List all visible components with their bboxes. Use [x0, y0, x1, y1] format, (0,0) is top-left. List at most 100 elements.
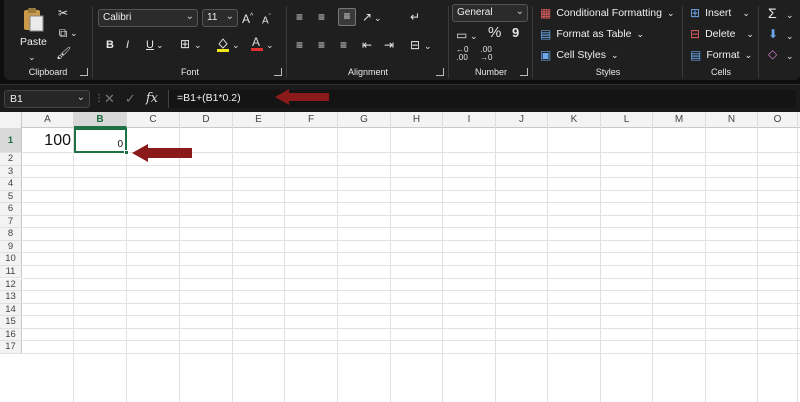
- accounting-dropdown-icon[interactable]: ⌄: [470, 29, 478, 43]
- row-header-10[interactable]: 10: [0, 253, 22, 266]
- wrap-text-icon[interactable]: ↵: [410, 10, 420, 24]
- decrease-decimal-icon[interactable]: .00 →0: [480, 46, 492, 62]
- conditional-formatting-button[interactable]: ▦ Conditional Formatting ⌄: [540, 6, 675, 20]
- column-header-e[interactable]: E: [233, 112, 285, 128]
- format-button[interactable]: ▤ Format ⌄: [690, 48, 752, 62]
- fill-dropdown-icon[interactable]: ⌄: [786, 29, 794, 43]
- insert-function-icon[interactable]: fx: [146, 91, 158, 107]
- cell-a1[interactable]: 100: [22, 129, 74, 153]
- column-header-c[interactable]: C: [127, 112, 180, 128]
- name-box[interactable]: B1 ⌄: [4, 90, 90, 108]
- row-header-12[interactable]: 12: [0, 278, 22, 292]
- delete-button[interactable]: ⊟ Delete ⌄: [690, 27, 754, 41]
- row-header-15[interactable]: 15: [0, 316, 22, 329]
- align-bottom-icon[interactable]: ≡: [338, 8, 356, 26]
- row-header-1[interactable]: 1: [0, 128, 22, 153]
- format-as-table-button[interactable]: ▤ Format as Table ⌄: [540, 27, 644, 41]
- column-header-h[interactable]: H: [391, 112, 443, 128]
- row-header-17[interactable]: 17: [0, 341, 22, 354]
- enter-icon[interactable]: ✓: [125, 91, 136, 107]
- more-options-icon[interactable]: ⋮: [94, 92, 104, 106]
- decrease-indent-icon[interactable]: ⇤: [362, 38, 372, 52]
- column-header-l[interactable]: L: [601, 112, 653, 128]
- font-color-icon[interactable]: A: [250, 35, 264, 55]
- borders-icon[interactable]: ⊞: [180, 37, 190, 51]
- font-size-select[interactable]: 11 ⌄: [202, 9, 238, 27]
- column-header-d[interactable]: D: [180, 112, 233, 128]
- worksheet-grid[interactable]: ABCDEFGHIJKLMNO 1 2 3 4 5 6 7 8 9 10 11 12 13 14 15 16 1…: [0, 112, 800, 402]
- alignment-launcher-icon[interactable]: [436, 68, 444, 76]
- fill-icon[interactable]: ⬇: [768, 27, 778, 41]
- decrease-font-icon[interactable]: Aˇ: [262, 11, 271, 28]
- row-header-3[interactable]: 3: [0, 165, 22, 179]
- align-center-icon[interactable]: ≡: [318, 38, 325, 52]
- increase-font-icon[interactable]: A^: [242, 10, 253, 26]
- number-launcher-icon[interactable]: [520, 68, 528, 76]
- row-header-5[interactable]: 5: [0, 190, 22, 204]
- column-header-o[interactable]: O: [758, 112, 798, 128]
- accounting-format-icon[interactable]: ▭: [456, 28, 467, 42]
- merge-center-icon[interactable]: ⊟: [410, 38, 420, 52]
- row-header-11[interactable]: 11: [0, 265, 22, 279]
- italic-button[interactable]: I: [126, 38, 129, 52]
- column-header-j[interactable]: J: [496, 112, 548, 128]
- row-header-4[interactable]: 4: [0, 178, 22, 191]
- increase-decimal-icon[interactable]: ←0.00: [456, 46, 468, 62]
- percent-style-button[interactable]: %: [488, 25, 501, 40]
- cut-icon[interactable]: ✂: [56, 6, 70, 20]
- align-right-icon[interactable]: ≡: [340, 38, 347, 52]
- align-left-icon[interactable]: ≡: [296, 38, 303, 52]
- cell-b1[interactable]: 0: [74, 128, 127, 153]
- cancel-icon[interactable]: ✕: [104, 91, 115, 107]
- align-middle-icon[interactable]: ≡: [318, 10, 325, 24]
- column-header-i[interactable]: I: [443, 112, 496, 128]
- number-format-select[interactable]: General ⌄: [452, 4, 528, 22]
- fill-color-icon[interactable]: [216, 36, 230, 55]
- orientation-icon[interactable]: ↗: [362, 10, 372, 24]
- row-header-8[interactable]: 8: [0, 228, 22, 241]
- row-header-16[interactable]: 16: [0, 328, 22, 342]
- format-painter-icon[interactable]: 🖌: [56, 46, 71, 60]
- paste-dropdown-icon[interactable]: ⌄: [28, 50, 36, 64]
- clipboard-launcher-icon[interactable]: [80, 68, 88, 76]
- insert-button[interactable]: ⊞ Insert ⌄: [690, 6, 750, 20]
- column-header-a[interactable]: A: [22, 112, 74, 128]
- cell-styles-button[interactable]: ▣ Cell Styles ⌄: [540, 48, 619, 62]
- row-header-13[interactable]: 13: [0, 291, 22, 304]
- underline-button[interactable]: U: [146, 38, 154, 52]
- bold-button[interactable]: B: [106, 38, 114, 52]
- paste-icon[interactable]: [20, 6, 46, 32]
- formula-input[interactable]: =B1+(B1*0.2): [168, 90, 796, 108]
- merge-dropdown-icon[interactable]: ⌄: [424, 39, 432, 53]
- row-header-2[interactable]: 2: [0, 153, 22, 166]
- font-color-dropdown-icon[interactable]: ⌄: [266, 38, 274, 52]
- orientation-dropdown-icon[interactable]: ⌄: [374, 11, 382, 25]
- row-header-14[interactable]: 14: [0, 303, 22, 317]
- fill-color-dropdown-icon[interactable]: ⌄: [232, 38, 240, 52]
- row-header-6[interactable]: 6: [0, 203, 22, 216]
- font-name-select[interactable]: Calibri ⌄: [98, 9, 198, 27]
- row-header-7[interactable]: 7: [0, 215, 22, 229]
- copy-dropdown-icon[interactable]: ⌄: [70, 26, 78, 40]
- row-header-9[interactable]: 9: [0, 240, 22, 254]
- column-header-m[interactable]: M: [653, 112, 706, 128]
- clear-dropdown-icon[interactable]: ⌄: [786, 49, 794, 63]
- fill-handle[interactable]: [124, 150, 129, 155]
- paste-button[interactable]: Paste: [20, 36, 47, 48]
- comma-style-button[interactable]: 9: [512, 26, 519, 40]
- borders-dropdown-icon[interactable]: ⌄: [194, 38, 202, 52]
- align-top-icon[interactable]: ≡: [296, 10, 303, 24]
- column-header-f[interactable]: F: [285, 112, 338, 128]
- copy-icon[interactable]: ⧉: [56, 26, 70, 40]
- clear-icon[interactable]: ◇: [768, 47, 777, 61]
- increase-indent-icon[interactable]: ⇥: [384, 38, 394, 52]
- underline-dropdown-icon[interactable]: ⌄: [156, 38, 164, 52]
- select-all-button[interactable]: [0, 112, 22, 128]
- column-header-n[interactable]: N: [706, 112, 758, 128]
- font-launcher-icon[interactable]: [274, 68, 282, 76]
- column-header-k[interactable]: K: [548, 112, 601, 128]
- column-header-b[interactable]: B: [74, 112, 127, 128]
- autosum-dropdown-icon[interactable]: ⌄: [786, 8, 794, 22]
- autosum-icon[interactable]: Σ: [768, 6, 777, 20]
- column-header-g[interactable]: G: [338, 112, 391, 128]
